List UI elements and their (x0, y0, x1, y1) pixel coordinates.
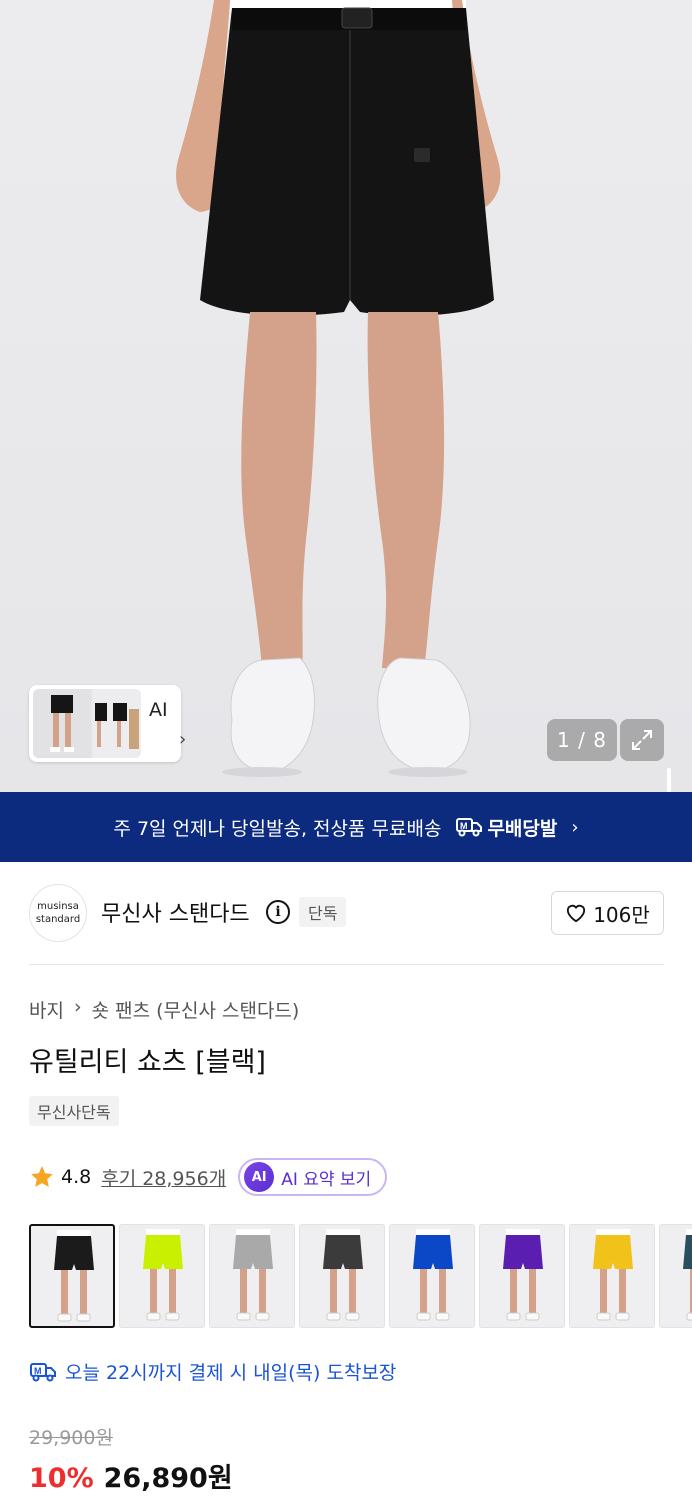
product-title: 유틸리티 쇼츠 [블랙] (29, 1047, 266, 1078)
color-swatch[interactable] (569, 1224, 655, 1328)
ai-summary-label: AI 요약 보기 (281, 1169, 372, 1190)
info-icon[interactable]: i (266, 900, 290, 924)
like-count: 106만 (593, 902, 650, 927)
color-swatch[interactable] (299, 1224, 385, 1328)
brand-logo-line1: musinsa (37, 901, 79, 912)
svg-text:M: M (34, 1366, 42, 1376)
expand-button[interactable] (620, 719, 664, 761)
divider (29, 964, 664, 965)
product-image-carousel[interactable]: AI › 1 / 8 (0, 0, 692, 792)
breadcrumb: 바지 › 숏 팬츠 (무신사 스탠다드) (29, 996, 299, 1023)
svg-text:M: M (460, 821, 468, 831)
reviews-link[interactable]: 후기 28,956개 (101, 1164, 226, 1191)
rating-score: 4.8 (61, 1166, 92, 1188)
star-icon (31, 1166, 53, 1187)
delivery-text: 오늘 22시까지 결제 시 내일(목) 도착보장 (65, 1362, 397, 1384)
exclusive-badge: 무신사단독 (29, 1096, 119, 1126)
expand-icon (632, 730, 652, 750)
breadcrumb-subcategory[interactable]: 숏 팬츠 (무신사 스탠다드) (92, 996, 300, 1023)
ai-summary-button[interactable]: AI AI 요약 보기 (238, 1158, 388, 1196)
ai-badge-icon: AI (244, 1162, 275, 1192)
exclusive-tag: 단독 (299, 897, 347, 927)
final-price: 26,890원 (103, 1463, 233, 1494)
color-swatch[interactable] (389, 1224, 475, 1328)
free-shipping-banner[interactable]: 주 7일 언제나 당일발송, 전상품 무료배송 M 무배당발 › (0, 792, 692, 862)
banner-text: 주 7일 언제나 당일발송, 전상품 무료배송 (113, 817, 442, 840)
color-swatch[interactable] (119, 1224, 205, 1328)
ai-thumbnail-button[interactable]: AI › (29, 685, 186, 762)
color-swatch-list (29, 1224, 692, 1330)
product-photo (176, 0, 501, 777)
color-swatch[interactable] (209, 1224, 295, 1328)
rating-row: 4.8 후기 28,956개 AI AI 요약 보기 (29, 1158, 388, 1196)
brand-name[interactable]: 무신사 스탠다드 (101, 896, 250, 928)
like-button[interactable]: 106만 (551, 891, 664, 935)
brand-logo[interactable]: musinsa standard (29, 884, 87, 942)
color-swatch[interactable] (479, 1224, 565, 1328)
breadcrumb-category[interactable]: 바지 (29, 996, 64, 1023)
chevron-right-icon: › (179, 729, 187, 750)
thumbnail-images (33, 689, 141, 758)
delivery-truck-icon: M (456, 818, 483, 837)
banner-brand: 무배당발 (487, 817, 558, 840)
image-counter: 1 / 8 (547, 719, 617, 761)
brand-logo-line2: standard (35, 914, 81, 925)
delivery-guarantee[interactable]: M 오늘 22시까지 결제 시 내일(목) 도착보장 (29, 1358, 396, 1385)
chevron-right-icon: › (571, 816, 579, 838)
heart-icon (567, 904, 586, 923)
color-swatch[interactable] (659, 1224, 692, 1328)
color-swatch[interactable] (29, 1224, 115, 1328)
delivery-truck-icon: M (30, 1362, 56, 1381)
price-row: 10% 26,890원 (29, 1456, 233, 1495)
chevron-right-icon: › (73, 996, 82, 1018)
discount-rate: 10% (29, 1463, 94, 1494)
thumbnail-ai-label: AI (149, 699, 168, 721)
original-price: 29,900원 (29, 1427, 113, 1449)
scroll-indicator (667, 768, 671, 792)
